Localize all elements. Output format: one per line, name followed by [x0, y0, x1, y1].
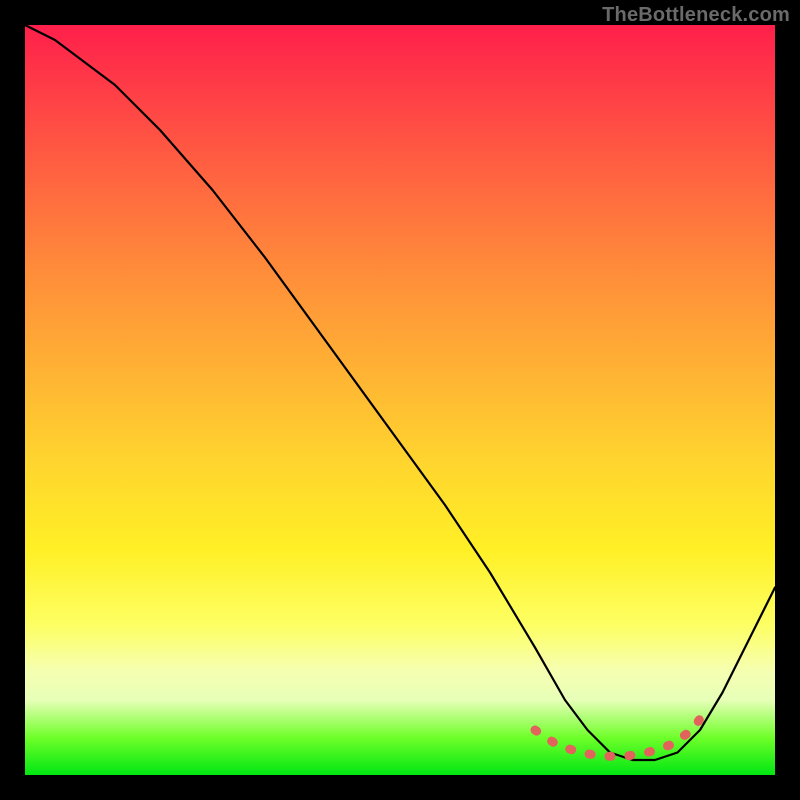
- bottleneck-curve: [25, 25, 775, 760]
- chart-svg: [25, 25, 775, 775]
- chart-frame: TheBottleneck.com: [0, 0, 800, 800]
- plot-area: [25, 25, 775, 775]
- watermark-text: TheBottleneck.com: [602, 4, 790, 27]
